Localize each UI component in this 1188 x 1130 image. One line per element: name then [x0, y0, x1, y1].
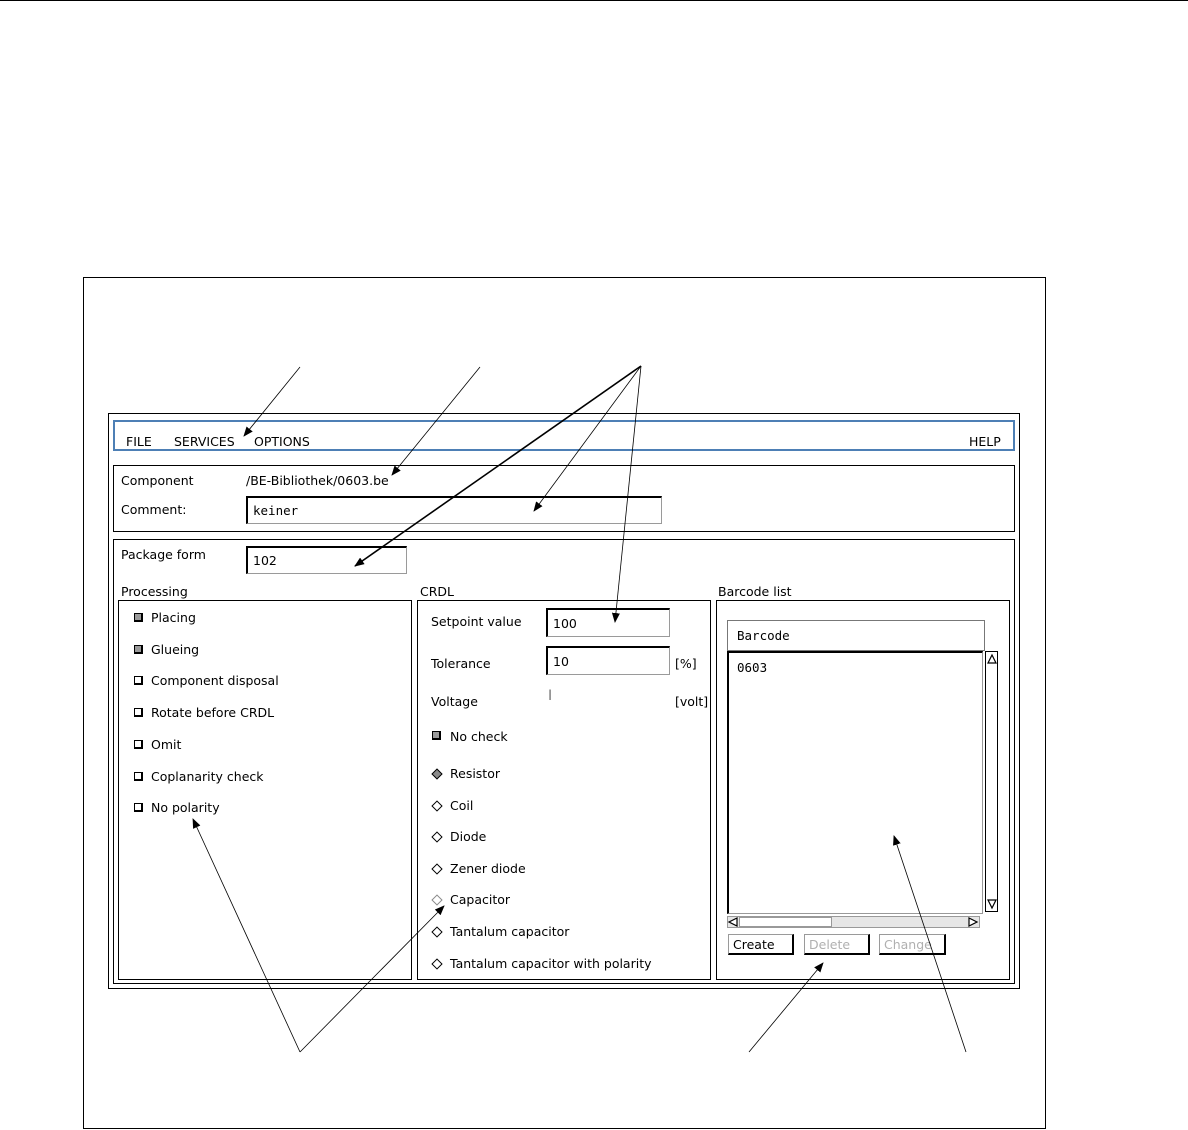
- package-form-input[interactable]: [246, 546, 407, 574]
- setpoint-label: Setpoint value: [431, 614, 522, 629]
- voltage-unit: [volt]: [675, 694, 709, 709]
- create-button[interactable]: Create: [728, 934, 794, 955]
- component-type-label: Diode: [450, 829, 487, 845]
- component-type-label: Capacitor: [450, 892, 511, 908]
- scroll-right-arrow-icon[interactable]: [967, 916, 979, 928]
- change-button[interactable]: Change: [879, 934, 946, 955]
- processing-option-label: No polarity: [151, 800, 220, 816]
- processing-option-label: Glueing: [151, 641, 200, 657]
- tolerance-label: Tolerance: [431, 656, 491, 671]
- comment-label: Comment:: [121, 502, 187, 517]
- horizontal-scroll-thumb[interactable]: [739, 917, 832, 927]
- component-type-label: Resistor: [450, 766, 500, 781]
- package-form-label: Package form: [121, 547, 206, 562]
- crdl-title: CRDL: [420, 584, 455, 599]
- processing-option-label: Coplanarity check: [151, 768, 264, 784]
- processing-checkbox[interactable]: [134, 613, 143, 622]
- component-path: /BE-Bibliothek/0603.be: [246, 473, 389, 488]
- text-cursor-icon[interactable]: I: [548, 688, 552, 704]
- barcode-column-header: Barcode: [737, 628, 790, 643]
- barcode-row[interactable]: 0603: [737, 660, 767, 675]
- tolerance-input[interactable]: [546, 646, 670, 675]
- no-check-label: No check: [450, 729, 508, 744]
- setpoint-input[interactable]: [546, 608, 670, 637]
- processing-option-label: Rotate before CRDL: [151, 705, 275, 721]
- voltage-label: Voltage: [431, 694, 478, 709]
- page-top-rule: [0, 0, 1188, 1]
- vertical-scrollbar[interactable]: [985, 651, 998, 912]
- component-type-label: Tantalum capacitor: [450, 924, 570, 939]
- processing-option-label: Component disposal: [151, 673, 279, 689]
- menu-file[interactable]: FILE: [126, 434, 152, 449]
- processing-option-label: Omit: [151, 736, 182, 752]
- scroll-up-arrow-icon[interactable]: [985, 652, 998, 665]
- processing-checkbox[interactable]: [134, 739, 143, 749]
- no-check-checkbox[interactable]: [432, 731, 441, 740]
- component-type-label: Coil: [450, 797, 474, 813]
- processing-checkbox[interactable]: [134, 708, 143, 718]
- processing-checkbox[interactable]: [134, 803, 143, 813]
- barcode-list[interactable]: [727, 651, 983, 914]
- processing-checkbox[interactable]: [134, 644, 143, 654]
- processing-option-label: Placing: [151, 610, 196, 625]
- menu-help[interactable]: HELP: [969, 434, 1001, 449]
- menu-services[interactable]: SERVICES: [174, 434, 235, 449]
- component-type-label: Tantalum capacitor with polarity: [450, 955, 652, 971]
- delete-button[interactable]: Delete: [804, 934, 870, 955]
- menu-options[interactable]: OPTIONS: [254, 434, 310, 449]
- barcode-list-title: Barcode list: [718, 584, 792, 599]
- processing-group: [118, 600, 412, 980]
- processing-checkbox[interactable]: [134, 771, 143, 781]
- menu-bar: [113, 420, 1015, 451]
- scroll-left-arrow-icon[interactable]: [727, 916, 739, 928]
- tolerance-unit: [%]: [675, 656, 697, 671]
- component-label: Component: [121, 473, 194, 488]
- component-type-label: Zener diode: [450, 860, 526, 876]
- scroll-down-arrow-icon[interactable]: [985, 898, 998, 911]
- processing-checkbox[interactable]: [134, 676, 143, 686]
- comment-input[interactable]: [246, 496, 662, 524]
- processing-title: Processing: [121, 584, 188, 599]
